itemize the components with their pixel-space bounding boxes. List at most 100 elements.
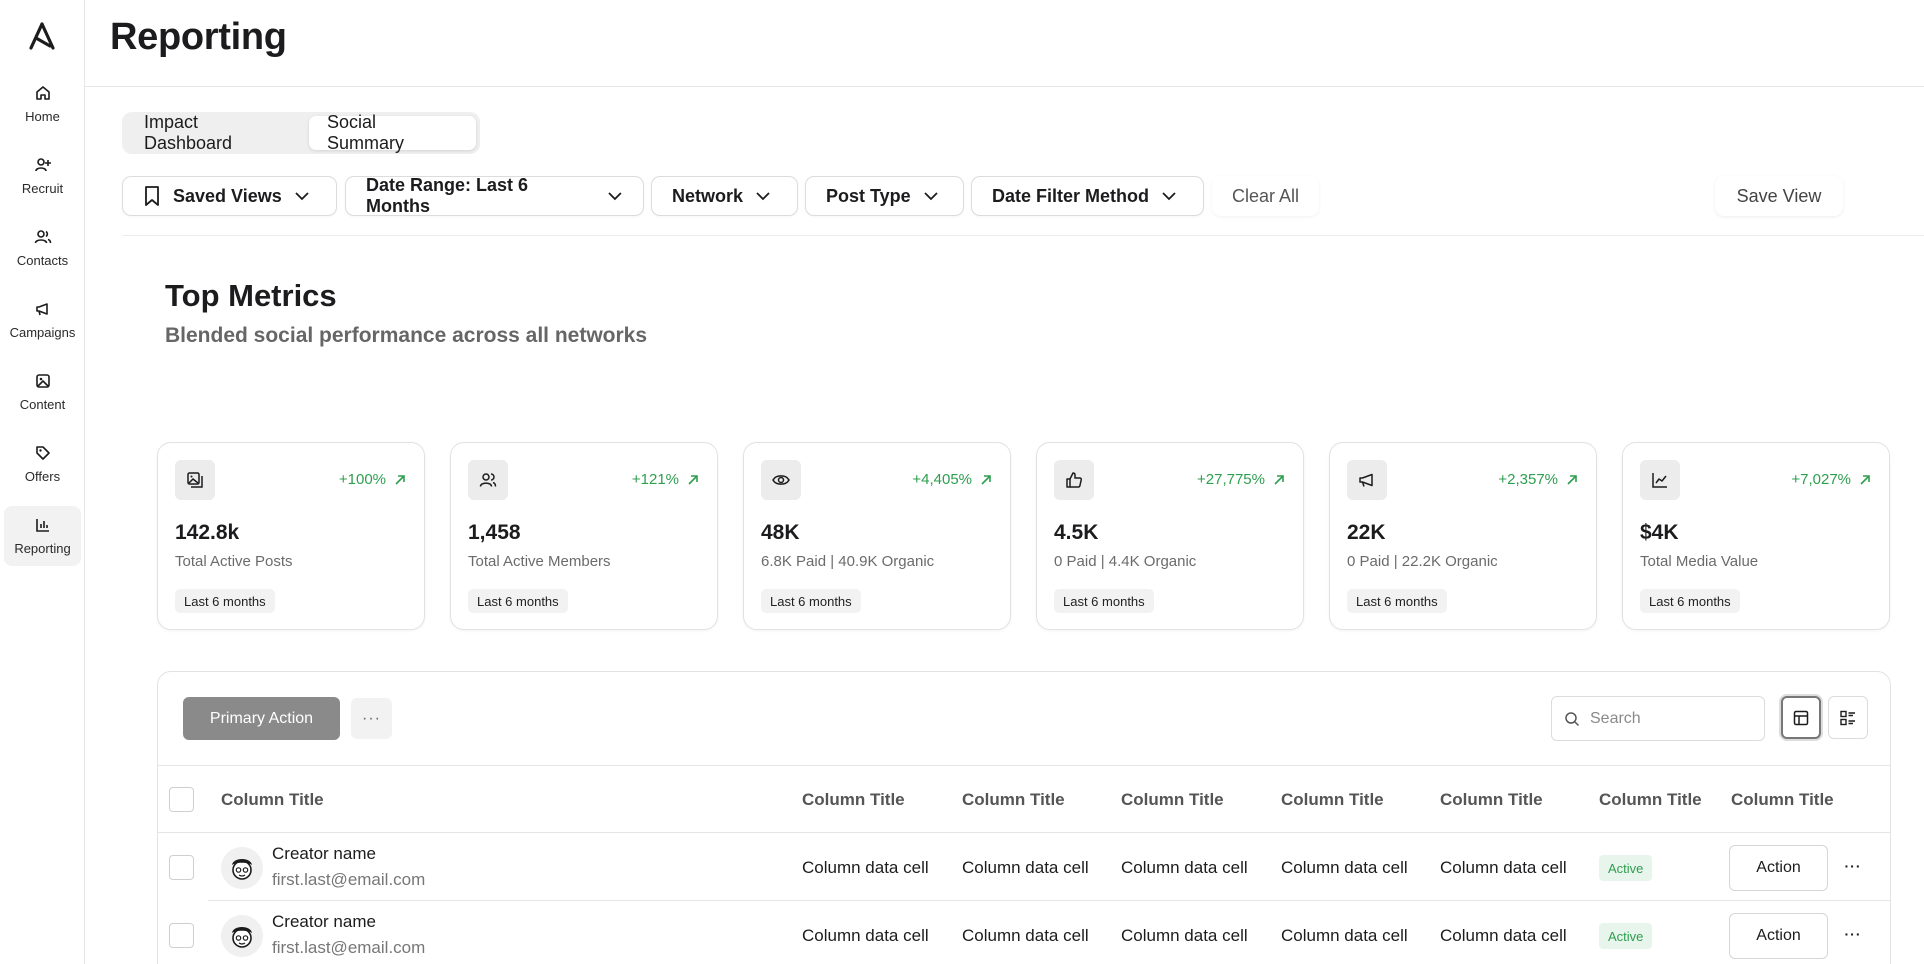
metric-card-active-members: +121% 1,458 Total Active Members Last 6 …: [450, 442, 718, 630]
arrow-up-right-icon: [1567, 474, 1577, 485]
table-row[interactable]: Creator name first.last@email.com Column…: [158, 901, 1890, 964]
table-header: Column Title Column Title Column Title C…: [158, 765, 1890, 833]
row-more-button[interactable]: ···: [1841, 924, 1865, 944]
megaphone-icon: [1347, 460, 1387, 500]
column-header[interactable]: Column Title: [221, 790, 324, 810]
arrow-up-right-icon: [395, 474, 405, 485]
arrow-up-right-icon: [1274, 474, 1284, 485]
change-indicator: +27,775%: [1197, 471, 1285, 488]
bar-chart-icon: [35, 519, 49, 532]
creator-email: first.last@email.com: [272, 870, 426, 889]
list-view-button[interactable]: [1828, 696, 1868, 739]
table-cell: Column data cell: [802, 926, 929, 945]
row-checkbox[interactable]: [169, 923, 194, 948]
change-value: +27,775%: [1197, 471, 1265, 488]
post-type-dropdown[interactable]: Post Type: [805, 176, 964, 216]
row-action-button[interactable]: Action: [1729, 845, 1828, 891]
change-indicator: +7,027%: [1791, 471, 1871, 488]
column-header[interactable]: Column Title: [1440, 790, 1543, 810]
date-filter-method-dropdown[interactable]: Date Filter Method: [971, 176, 1204, 216]
status-badge: Active: [1599, 923, 1653, 949]
table-cell: Column data cell: [1121, 858, 1248, 877]
chevron-down-icon: [608, 192, 622, 201]
row-more-button[interactable]: ···: [1841, 856, 1865, 876]
chevron-down-icon: [295, 192, 309, 201]
metric-label: 0 Paid | 22.2K Organic: [1347, 553, 1498, 570]
change-indicator: +2,357%: [1498, 471, 1578, 488]
divider: [122, 235, 1924, 236]
sidebar-item-label: Offers: [24, 469, 61, 484]
table-row[interactable]: Creator name first.last@email.com Column…: [158, 833, 1890, 901]
date-range-dropdown[interactable]: Date Range: Last 6 Months: [345, 175, 644, 216]
status-badge: Active: [1599, 855, 1653, 881]
table-icon: [1793, 710, 1809, 725]
clear-all-button[interactable]: Clear All: [1212, 176, 1320, 216]
chevron-down-icon: [1162, 192, 1176, 201]
table-cell: Column data cell: [962, 858, 1089, 877]
column-header[interactable]: Column Title: [1731, 790, 1834, 810]
metric-card-active-posts: +100% 142.8k Total Active Posts Last 6 m…: [157, 442, 425, 630]
view-tabs: Impact Dashboard Social Summary: [122, 112, 480, 154]
metric-value: $4K: [1640, 521, 1679, 544]
row-action-button[interactable]: Action: [1729, 913, 1828, 959]
creator-name[interactable]: Creator name: [272, 844, 376, 864]
metric-card-likes: +27,775% 4.5K 0 Paid | 4.4K Organic Last…: [1036, 442, 1304, 630]
metric-value: 22K: [1347, 521, 1386, 544]
saved-views-label: Saved Views: [173, 185, 282, 206]
save-view-button[interactable]: Save View: [1715, 176, 1843, 216]
chevron-down-icon: [924, 192, 938, 201]
home-icon: [35, 86, 50, 100]
row-checkbox[interactable]: [169, 855, 194, 880]
sidebar-item-offers[interactable]: Offers: [4, 434, 81, 494]
change-indicator: +121%: [632, 471, 699, 488]
metric-label: 6.8K Paid | 40.9K Organic: [761, 553, 935, 570]
sidebar-item-content[interactable]: Content: [4, 362, 81, 422]
network-dropdown[interactable]: Network: [651, 176, 798, 216]
sidebar-item-label: Home: [25, 109, 60, 124]
arrow-up-right-icon: [688, 474, 698, 485]
tab-impact-dashboard[interactable]: Impact Dashboard: [126, 112, 309, 153]
thumbs-up-icon: [1054, 460, 1094, 500]
metric-value: 48K: [761, 521, 800, 544]
change-value: +121%: [631, 471, 679, 488]
megaphone-icon: [35, 303, 48, 316]
avatar: [221, 915, 263, 957]
chevron-down-icon: [756, 192, 770, 201]
sidebar-item-home[interactable]: Home: [4, 74, 81, 134]
change-indicator: +100%: [339, 471, 406, 488]
search-icon: [1565, 711, 1580, 726]
sidebar-item-recruit[interactable]: Recruit: [4, 146, 81, 206]
primary-action-button[interactable]: Primary Action: [183, 697, 340, 740]
brand-logo-icon[interactable]: [29, 22, 55, 50]
page-header: Reporting: [85, 0, 1924, 87]
column-header[interactable]: Column Title: [1599, 790, 1702, 810]
sidebar-item-contacts[interactable]: Contacts: [4, 218, 81, 278]
tab-social-summary[interactable]: Social Summary: [309, 112, 476, 153]
metric-value: 142.8k: [175, 521, 240, 544]
period-pill: Last 6 months: [468, 589, 568, 613]
column-header[interactable]: Column Title: [962, 790, 1065, 810]
creator-email: first.last@email.com: [272, 938, 426, 957]
column-header[interactable]: Column Title: [1121, 790, 1224, 810]
period-pill: Last 6 months: [1640, 589, 1740, 613]
date-range-label: Date Range: Last 6 Months: [366, 175, 529, 216]
search-field[interactable]: [1551, 696, 1765, 741]
saved-views-dropdown[interactable]: Saved Views: [122, 176, 337, 216]
page-title: Reporting: [110, 16, 287, 58]
table-view-button[interactable]: [1781, 696, 1821, 739]
more-actions-button[interactable]: ···: [351, 698, 392, 739]
members-icon: [468, 460, 508, 500]
sidebar-item-reporting[interactable]: Reporting: [4, 506, 81, 566]
creator-name[interactable]: Creator name: [272, 912, 376, 932]
sidebar-item-campaigns[interactable]: Campaigns: [4, 290, 81, 350]
metric-label: Total Active Posts: [175, 553, 293, 570]
change-value: +7,027%: [1791, 471, 1851, 488]
column-header[interactable]: Column Title: [1281, 790, 1384, 810]
avatar: [221, 847, 263, 889]
select-all-checkbox[interactable]: [169, 787, 194, 812]
column-header[interactable]: Column Title: [802, 790, 905, 810]
bookmark-icon: [145, 186, 159, 206]
change-value: +100%: [338, 471, 386, 488]
search-input[interactable]: [1590, 709, 1760, 728]
post-type-label: Post Type: [826, 185, 911, 206]
